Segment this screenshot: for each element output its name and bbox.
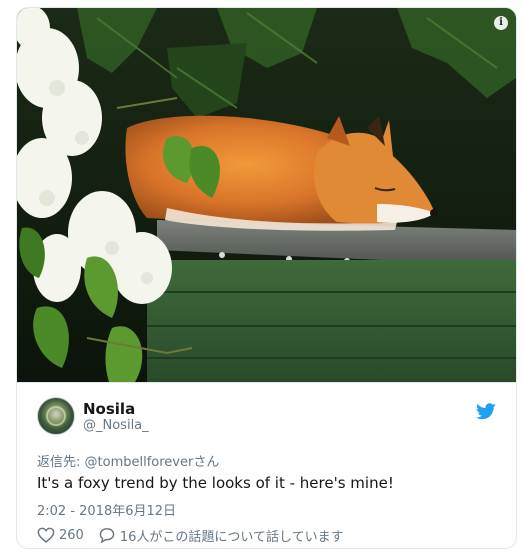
reply-button[interactable]: 16人がこの話題について話しています — [98, 526, 344, 545]
heart-icon — [37, 527, 55, 543]
reply-to-line: 返信先: @tombellforeverさん — [37, 451, 219, 470]
tweet-photo[interactable]: i — [17, 8, 516, 382]
like-count: 260 — [59, 527, 84, 543]
fox-photo-image — [17, 8, 516, 382]
info-icon[interactable]: i — [494, 16, 508, 30]
user-handle[interactable]: @_Nosila_ — [83, 418, 149, 433]
tweet-actions: 260 16人がこの話題について話しています — [37, 526, 344, 545]
speech-bubble-icon — [99, 528, 115, 543]
display-name[interactable]: Nosila — [83, 400, 135, 418]
reply-mention-link[interactable]: @tombellforeverさん — [85, 455, 220, 470]
tweet-text: It's a foxy trend by the looks of it - h… — [37, 474, 394, 492]
like-button[interactable]: 260 — [37, 527, 98, 543]
reply-count-text: 16人がこの話題について話しています — [119, 529, 344, 545]
twitter-bird-icon[interactable] — [476, 403, 496, 420]
tweet-body: Nosila @_Nosila_ 返信先: @tombellforeverさん … — [17, 383, 516, 548]
reply-prefix: 返信先: — [37, 455, 85, 470]
tweet-timestamp[interactable]: 2:02 - 2018年6月12日 — [37, 500, 176, 519]
embedded-tweet-card[interactable]: i Nosila @_Nosila_ 返信先: @tombellforeverさ… — [16, 7, 517, 549]
avatar[interactable] — [37, 397, 75, 435]
